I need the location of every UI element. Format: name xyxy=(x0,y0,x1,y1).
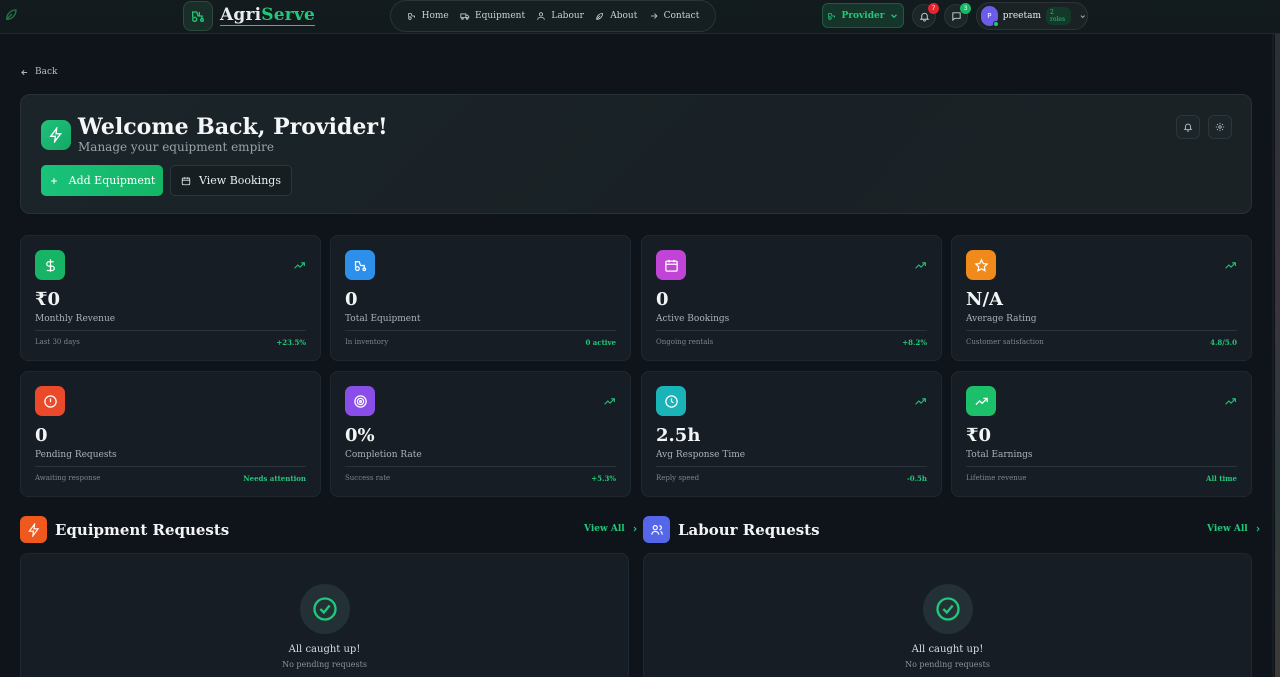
trending-up-icon xyxy=(915,398,926,405)
calendar-icon xyxy=(656,250,686,280)
stat-card-monthly-revenue: ₹0 Monthly Revenue Last 30 days +23.5% xyxy=(20,235,321,361)
lightning-icon xyxy=(41,120,71,150)
stat-card-pending-requests: 0 Pending Requests Awaiting response Nee… xyxy=(20,371,321,497)
chevron-right-icon xyxy=(633,526,637,532)
trending-up-icon xyxy=(604,398,615,405)
divider xyxy=(35,466,306,467)
nav-item-equipment[interactable]: Equipment xyxy=(460,11,525,21)
divider xyxy=(345,466,616,467)
role-switcher-button[interactable]: Provider xyxy=(822,3,904,28)
add-equipment-button[interactable]: Add Equipment xyxy=(41,165,163,196)
trending-up-icon xyxy=(1225,262,1236,269)
labour-requests-header: Labour Requests xyxy=(643,516,820,543)
bell-icon xyxy=(1183,123,1193,132)
arrow-left-icon xyxy=(21,69,28,75)
back-link[interactable]: Back xyxy=(20,67,57,77)
check-circle-icon xyxy=(923,584,973,634)
page-title: Welcome Back, Provider! xyxy=(78,114,388,140)
chevron-right-icon xyxy=(1256,526,1260,532)
chevron-down-icon xyxy=(891,13,898,18)
empty-state-title: All caught up! xyxy=(911,644,984,655)
user-menu[interactable]: P preetam 2 roles xyxy=(976,2,1088,30)
view-bookings-button[interactable]: View Bookings xyxy=(170,165,292,196)
truck-icon xyxy=(460,13,470,20)
tractor-icon xyxy=(183,1,213,31)
empty-state-subtitle: No pending requests xyxy=(282,660,367,669)
top-navigation-bar: AgriServe Home Equipment Labour About Co… xyxy=(0,0,1280,34)
nav-item-about[interactable]: About xyxy=(595,11,637,21)
brand-logo[interactable]: AgriServe xyxy=(183,1,316,31)
messages-count-badge: 3 xyxy=(960,3,971,14)
lightning-icon xyxy=(20,516,47,543)
gear-icon xyxy=(1215,122,1225,132)
trending-up-icon xyxy=(294,262,305,269)
divider xyxy=(966,330,1237,331)
leaf-icon xyxy=(596,13,604,20)
divider xyxy=(656,466,927,467)
plus-icon xyxy=(50,177,57,184)
divider xyxy=(966,466,1237,467)
online-status-dot xyxy=(992,21,999,27)
stat-card-total-earnings: ₹0 Total Earnings Lifetime revenue All t… xyxy=(951,371,1252,497)
stat-card-average-rating: N/A Average Rating Customer satisfaction… xyxy=(951,235,1252,361)
trending-up-icon xyxy=(966,386,996,416)
stat-card-active-bookings: 0 Active Bookings Ongoing rentals +8.2% xyxy=(641,235,942,361)
nav-item-home[interactable]: Home xyxy=(407,11,449,21)
dollar-icon xyxy=(35,250,65,280)
divider xyxy=(656,330,927,331)
settings-button[interactable] xyxy=(1208,115,1232,139)
divider xyxy=(345,330,616,331)
trending-up-icon xyxy=(915,262,926,269)
section-title: Equipment Requests xyxy=(55,520,230,539)
hero-notifications-button[interactable] xyxy=(1176,115,1200,139)
section-title: Labour Requests xyxy=(678,520,820,539)
clock-icon xyxy=(656,386,686,416)
labour-view-all-link[interactable]: View All xyxy=(1207,524,1262,534)
chevron-down-icon xyxy=(1080,14,1086,18)
tractor-icon xyxy=(827,12,835,20)
bell-icon xyxy=(919,12,929,22)
stat-card-avg-response-time: 2.5h Avg Response Time Reply speed -0.5h xyxy=(641,371,942,497)
calendar-icon xyxy=(181,176,191,185)
stat-card-total-equipment: 0 Total Equipment In inventory 0 active xyxy=(330,235,631,361)
leaf-icon xyxy=(5,9,17,21)
empty-state-subtitle: No pending requests xyxy=(905,660,990,669)
welcome-hero: Welcome Back, Provider! Manage your equi… xyxy=(20,94,1252,214)
notifications-button[interactable]: 7 xyxy=(912,3,939,28)
equipment-requests-panel: All caught up! No pending requests xyxy=(20,553,629,677)
alert-icon xyxy=(35,386,65,416)
equipment-requests-header: Equipment Requests xyxy=(20,516,229,543)
arrow-right-icon xyxy=(650,13,658,19)
tractor-icon xyxy=(407,13,415,20)
check-circle-icon xyxy=(300,584,350,634)
equipment-view-all-link[interactable]: View All xyxy=(584,524,639,534)
user-icon xyxy=(537,12,546,20)
scrollbar-track[interactable] xyxy=(1272,34,1274,677)
empty-state-title: All caught up! xyxy=(288,644,361,655)
nav-item-labour[interactable]: Labour xyxy=(536,11,584,21)
star-icon xyxy=(966,250,996,280)
roles-badge: 2 roles xyxy=(1046,7,1072,25)
notifications-count-badge: 7 xyxy=(928,3,939,14)
target-icon xyxy=(345,386,375,416)
trending-up-icon xyxy=(1225,398,1236,405)
avatar: P xyxy=(981,6,999,27)
divider xyxy=(35,330,306,331)
users-icon xyxy=(643,516,670,543)
messages-button[interactable]: 3 xyxy=(944,3,971,28)
main-nav: Home Equipment Labour About Contact xyxy=(390,0,716,32)
stat-card-completion-rate: 0% Completion Rate Success rate +5.3% xyxy=(330,371,631,497)
message-icon xyxy=(951,11,961,21)
window-edge xyxy=(1275,34,1280,677)
brand-name: AgriServe xyxy=(220,5,316,26)
page-subtitle: Manage your equipment empire xyxy=(78,140,274,154)
labour-requests-panel: All caught up! No pending requests xyxy=(643,553,1252,677)
tractor-icon xyxy=(345,250,375,280)
user-name: preetam xyxy=(1002,11,1042,21)
nav-item-contact[interactable]: Contact xyxy=(649,11,699,21)
